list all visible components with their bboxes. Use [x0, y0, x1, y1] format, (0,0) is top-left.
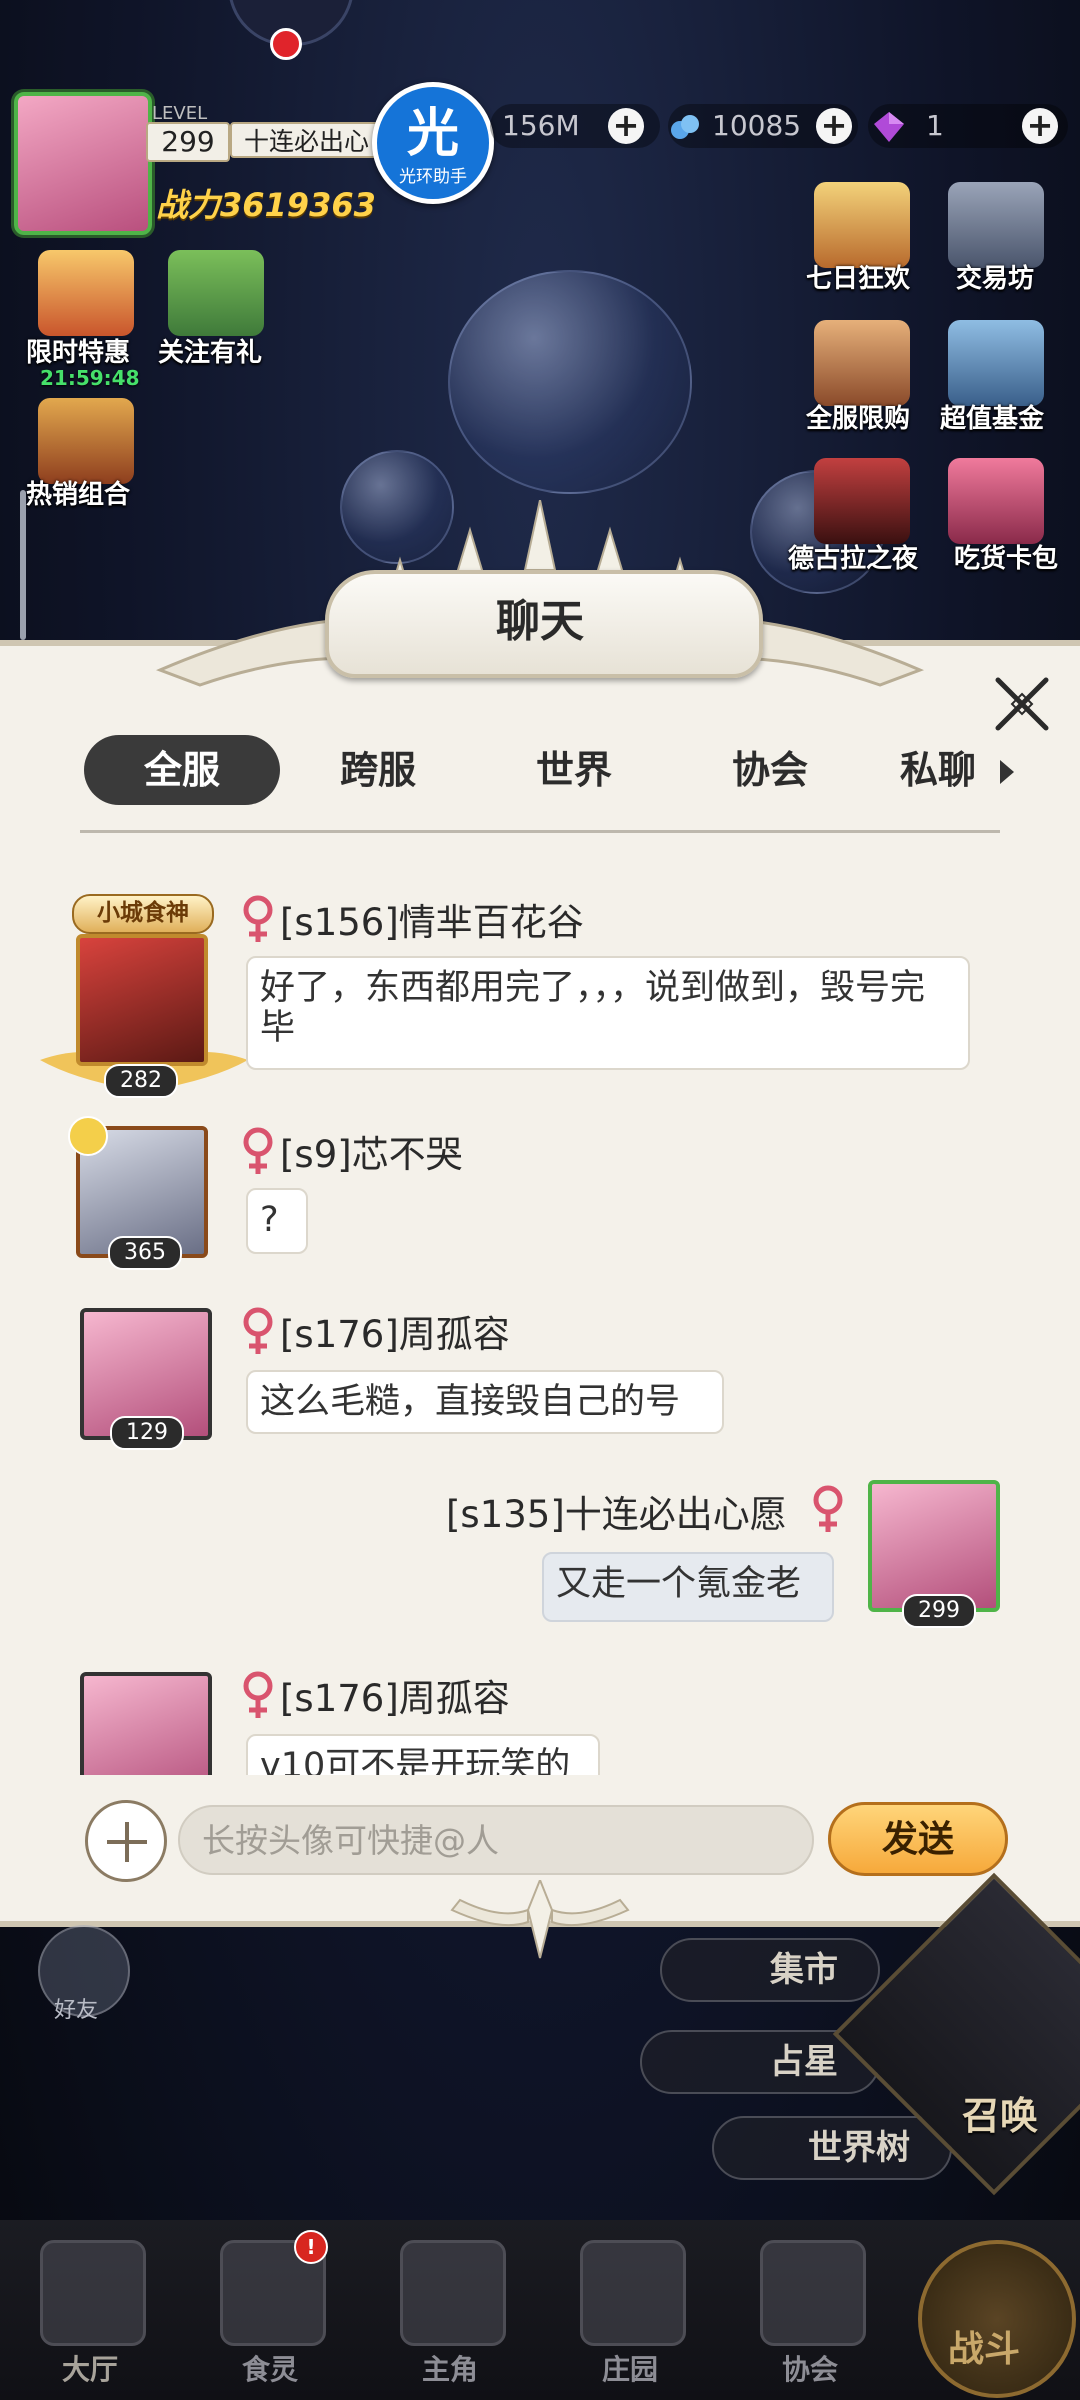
sender-level: 282 [104, 1064, 178, 1098]
female-icon [243, 895, 273, 942]
follow-gift-label: 关注有礼 [158, 338, 263, 368]
title-badge: 小城食神 [72, 894, 214, 934]
market-button[interactable]: 集市 [660, 1938, 880, 2002]
panel-bottom-ornament [450, 1880, 630, 1959]
chat-title: 聊天 [496, 596, 584, 647]
nav-guild-label: 协会 [781, 2353, 838, 2386]
food-spirit-alert-icon: ! [294, 2230, 328, 2264]
hot-bundle-icon[interactable] [38, 398, 134, 484]
my-avatar[interactable] [868, 1480, 1000, 1612]
nav-hero[interactable]: 主角 [380, 2240, 520, 2390]
message-bubble: 好了，东西都用完了，，，说到做到，毁号完毕 [246, 956, 970, 1070]
combat-power: 战力3619363 [156, 186, 376, 224]
house-icon [580, 2240, 686, 2346]
add-crystal-button[interactable]: + [816, 108, 852, 144]
player-avatar[interactable] [14, 92, 152, 235]
gem-amount: 1 [926, 109, 944, 142]
sender-avatar[interactable] [76, 934, 208, 1066]
sender-name[interactable]: [s176]周孤容 [280, 1668, 510, 1722]
add-attachment-button[interactable] [85, 1800, 167, 1882]
close-icon[interactable] [990, 672, 1054, 736]
castle-icon [40, 2240, 146, 2346]
scroll-indicator [20, 490, 26, 640]
nav-manor-label: 庄园 [601, 2353, 658, 2386]
sender-name[interactable]: [s9]芯不哭 [280, 1124, 463, 1178]
female-icon [243, 1307, 273, 1354]
shield-icon [760, 2240, 866, 2346]
assistant-button[interactable]: 光 光环助手 [372, 82, 494, 204]
gold-amount: 156M [502, 109, 580, 142]
friends-label: 好友 [54, 1998, 99, 2023]
server-limit-label: 全服限购 [806, 404, 911, 434]
limited-offer-icon[interactable] [38, 250, 134, 336]
chat-message-list[interactable]: 小城食神 282 [s156]情芈百花谷 好了，东西都用完了，，，说到做到，毁号… [0, 850, 1080, 1775]
value-fund-label: 超值基金 [940, 404, 1045, 434]
player-level: 299 [146, 122, 230, 162]
my-name[interactable]: [s135]十连必出心愿 [446, 1484, 787, 1538]
my-message-bubble: 又走一个氪金老 [542, 1552, 834, 1622]
message-bubble: 这么毛糙，直接毁自己的号 [246, 1370, 724, 1434]
add-gold-button[interactable]: + [608, 108, 644, 144]
level-label: LEVEL [152, 103, 208, 124]
nav-hero-label: 主角 [421, 2353, 478, 2386]
fight-label: 战斗 [948, 2328, 1021, 2370]
tabs-more-arrow-icon[interactable] [1000, 760, 1014, 784]
female-icon [813, 1485, 843, 1532]
assistant-label: 光环助手 [399, 167, 467, 187]
sender-name[interactable]: [s176]周孤容 [280, 1304, 510, 1358]
notification-dot [270, 28, 302, 60]
message-bubble: v10可不是开玩笑的 [246, 1734, 600, 1775]
my-level: 299 [902, 1594, 976, 1628]
player-name: 十连必出心 [230, 122, 380, 158]
server-limit-icon[interactable] [814, 320, 910, 406]
chat-input[interactable] [178, 1805, 814, 1875]
tab-guild[interactable]: 协会 [672, 735, 868, 805]
moon-badge-icon [68, 1116, 108, 1156]
limited-offer-label: 限时特惠 [26, 338, 131, 368]
nav-guild[interactable]: 协会 [740, 2240, 880, 2390]
nav-food-spirit-label: 食灵 [241, 2353, 298, 2386]
tabs-divider [80, 830, 1000, 833]
nav-food-spirit[interactable]: 食灵 [200, 2240, 340, 2390]
female-icon [243, 1671, 273, 1718]
tab-cross-server[interactable]: 跨服 [280, 735, 476, 805]
nav-lobby-label: 大厅 [61, 2353, 118, 2386]
tab-world[interactable]: 世界 [476, 735, 672, 805]
tab-all-server[interactable]: 全服 [84, 735, 280, 805]
bubble-large [448, 270, 692, 494]
value-fund-icon[interactable] [948, 320, 1044, 406]
crystal-icon [671, 115, 699, 139]
limited-offer-timer: 21:59:48 [40, 366, 140, 390]
nav-lobby[interactable]: 大厅 [20, 2240, 160, 2390]
sender-avatar[interactable] [80, 1672, 212, 1775]
assistant-glyph: 光 [406, 104, 459, 164]
world-tree-button[interactable]: 世界树 [712, 2116, 952, 2180]
add-gem-button[interactable]: + [1022, 108, 1058, 144]
follow-gift-icon[interactable] [168, 250, 264, 336]
message-bubble: ? [246, 1188, 308, 1254]
seven-day-label: 七日狂欢 [806, 264, 911, 294]
nav-manor[interactable]: 庄园 [560, 2240, 700, 2390]
crystal-amount: 10085 [712, 109, 802, 142]
sender-name[interactable]: [s156]情芈百花谷 [280, 892, 584, 946]
helmet-icon [400, 2240, 506, 2346]
sender-level: 365 [108, 1236, 182, 1270]
diamond-icon [874, 112, 904, 142]
trade-shop-icon[interactable] [948, 182, 1044, 268]
send-button[interactable]: 发送 [828, 1802, 1008, 1876]
fight-button[interactable] [918, 2240, 1076, 2398]
sender-level: 129 [110, 1416, 184, 1450]
summon-label: 召唤 [962, 2093, 1039, 2138]
seven-day-icon[interactable] [814, 182, 910, 268]
trade-shop-label: 交易坊 [956, 264, 1035, 294]
chat-tabs: 全服 跨服 世界 协会 私聊 [80, 735, 1020, 815]
female-icon [243, 1127, 273, 1174]
